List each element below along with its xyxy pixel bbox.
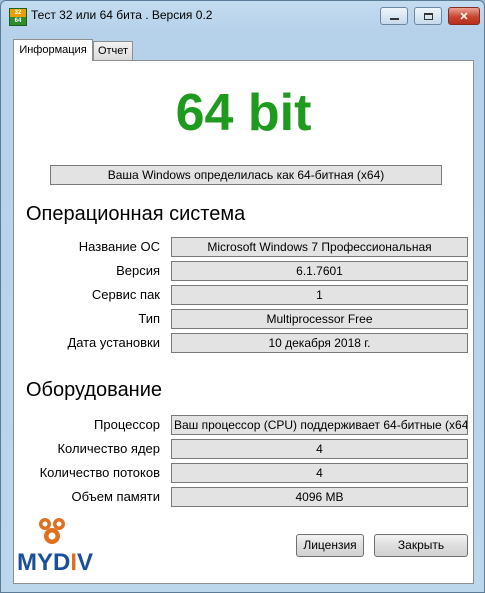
threads-field[interactable]: 4 bbox=[171, 463, 468, 483]
close-dialog-button[interactable]: Закрыть bbox=[374, 534, 468, 557]
service-pack-field[interactable]: 1 bbox=[171, 285, 468, 305]
memory-field[interactable]: 4096 MB bbox=[171, 487, 468, 507]
window-title: Тест 32 или 64 бита . Версия 0.2 bbox=[31, 8, 213, 22]
mydiv-logo-text: MYDIV bbox=[17, 549, 94, 576]
tab-report[interactable]: Отчет bbox=[93, 41, 133, 60]
install-date-field[interactable]: 10 декабря 2018 г. bbox=[171, 333, 468, 353]
title-bar[interactable]: 32 64 Тест 32 или 64 бита . Версия 0.2 ✕ bbox=[1, 1, 484, 31]
mydiv-logo-icon bbox=[39, 518, 65, 544]
os-name-field[interactable]: Microsoft Windows 7 Профессиональная bbox=[171, 237, 468, 257]
maximize-button[interactable] bbox=[414, 7, 442, 25]
os-version-field[interactable]: 6.1.7601 bbox=[171, 261, 468, 281]
os-name-label: Название ОС bbox=[78, 239, 160, 254]
app-icon[interactable]: 32 64 bbox=[9, 8, 27, 26]
bitness-result: 64 bit bbox=[175, 84, 312, 142]
mydiv-logo[interactable]: MYDIV bbox=[17, 515, 93, 577]
license-button[interactable]: Лицензия bbox=[296, 534, 364, 557]
maximize-icon bbox=[423, 12, 433, 20]
cpu-field[interactable]: Ваш процессор (CPU) поддерживает 64-битн… bbox=[171, 415, 468, 435]
cores-label: Количество ядер bbox=[57, 441, 160, 456]
close-button[interactable]: ✕ bbox=[448, 7, 480, 25]
minimize-button[interactable] bbox=[380, 7, 408, 25]
install-date-label: Дата установки bbox=[67, 335, 160, 350]
os-type-field[interactable]: Multiprocessor Free bbox=[171, 309, 468, 329]
service-pack-label: Сервис пак bbox=[91, 287, 160, 302]
os-version-label: Версия bbox=[116, 263, 160, 278]
minimize-icon bbox=[389, 18, 399, 20]
os-section-heading: Операционная система bbox=[26, 203, 246, 225]
close-icon: ✕ bbox=[459, 10, 469, 23]
hardware-section-heading: Оборудование bbox=[26, 379, 163, 401]
threads-label: Количество потоков bbox=[39, 465, 160, 480]
tab-information[interactable]: Информация bbox=[13, 39, 93, 61]
result-message: Ваша Windows определилась как 64-битная … bbox=[50, 165, 442, 185]
cpu-label: Процессор bbox=[94, 417, 160, 432]
memory-label: Объем памяти bbox=[71, 489, 161, 504]
os-type-label: Тип bbox=[138, 311, 160, 326]
cores-field[interactable]: 4 bbox=[171, 439, 468, 459]
app-window: 32 64 Тест 32 или 64 бита . Версия 0.2 ✕… bbox=[0, 0, 485, 593]
